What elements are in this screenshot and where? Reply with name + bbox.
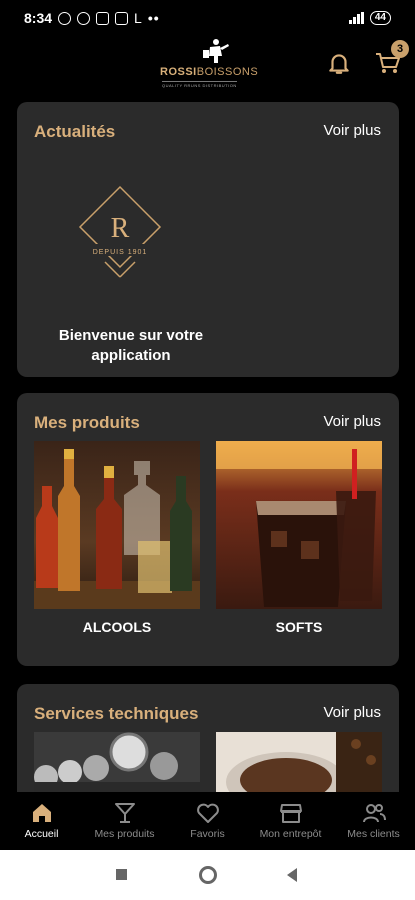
news-item-logo[interactable]: R DEPUIS 1901 <box>65 182 215 292</box>
tab-label: Mes produits <box>94 828 155 840</box>
news-item-caption[interactable]: Bienvenue sur votre application <box>31 326 231 366</box>
products-title: Mes produits <box>34 413 140 432</box>
tab-label: Mes clients <box>347 828 400 840</box>
bell-icon[interactable] <box>326 50 352 76</box>
recents-button[interactable] <box>116 869 127 880</box>
tab-products[interactable]: Mes produits <box>83 792 166 850</box>
status-bar: 8:34 L •• 44 <box>0 0 415 36</box>
tab-clients[interactable]: Mes clients <box>332 792 415 850</box>
products-card: Mes produits Voir plus ALCOOLS SOFTS <box>17 393 399 666</box>
signal-icon <box>348 12 364 24</box>
product-category-label[interactable]: SOFTS <box>216 619 382 635</box>
news-logo-letter: R <box>111 213 130 244</box>
brand-secondary: BOISSONS <box>196 66 259 78</box>
more-notifications-icon: •• <box>147 10 160 26</box>
battery-icon: 44 <box>369 11 391 25</box>
news-logo-since: DEPUIS 1901 <box>93 249 148 256</box>
cocktail-glass-icon <box>114 803 135 823</box>
alarm-icon <box>58 11 72 25</box>
services-title: Services techniques <box>34 704 199 723</box>
bottom-tab-bar: Accueil Mes produits Favoris Mon entrepô… <box>0 792 415 850</box>
softs-image[interactable] <box>216 441 382 609</box>
brand-logo[interactable]: ROSSIBOISSONS QUALITY RRUNS DISTRIBUTION <box>160 38 258 88</box>
news-card: Actualités Voir plus R DEPUIS 1901 Bienv… <box>17 102 399 377</box>
home-icon <box>32 804 51 822</box>
back-button[interactable] <box>287 868 297 882</box>
settings-icon <box>77 11 91 25</box>
alcools-image[interactable] <box>34 441 200 609</box>
brand-main: ROSSI <box>160 66 197 78</box>
waiter-figure-icon <box>203 39 229 63</box>
status-left: 8:34 L •• <box>24 10 160 26</box>
brand-tagline: QUALITY RRUNS DISTRIBUTION <box>162 81 237 88</box>
store-icon <box>279 804 302 823</box>
tab-warehouse[interactable]: Mon entrepôt <box>249 792 332 850</box>
status-letter: L <box>134 10 142 26</box>
tab-label: Mon entrepôt <box>259 828 322 840</box>
services-see-more-link[interactable]: Voir plus <box>323 704 381 721</box>
tab-label: Accueil <box>24 828 59 840</box>
linkedin-icon-2 <box>115 11 129 25</box>
system-nav-bar <box>0 850 415 900</box>
status-time: 8:34 <box>24 10 53 26</box>
users-icon <box>362 804 386 823</box>
tab-favorites[interactable]: Favoris <box>166 792 249 850</box>
linkedin-icon <box>96 11 110 25</box>
brand-name: ROSSIBOISSONS <box>160 66 258 78</box>
app-header: ROSSIBOISSONS QUALITY RRUNS DISTRIBUTION… <box>0 36 415 92</box>
tab-home[interactable]: Accueil <box>0 792 83 850</box>
heart-icon <box>196 803 219 823</box>
product-category-label[interactable]: ALCOOLS <box>34 619 200 635</box>
home-button[interactable] <box>199 866 217 884</box>
tab-label: Favoris <box>190 828 225 840</box>
news-title: Actualités <box>34 122 116 141</box>
cart-count-badge: 3 <box>391 40 409 58</box>
news-see-more-link[interactable]: Voir plus <box>323 122 381 139</box>
status-right: 44 <box>348 11 391 25</box>
products-see-more-link[interactable]: Voir plus <box>323 413 381 430</box>
